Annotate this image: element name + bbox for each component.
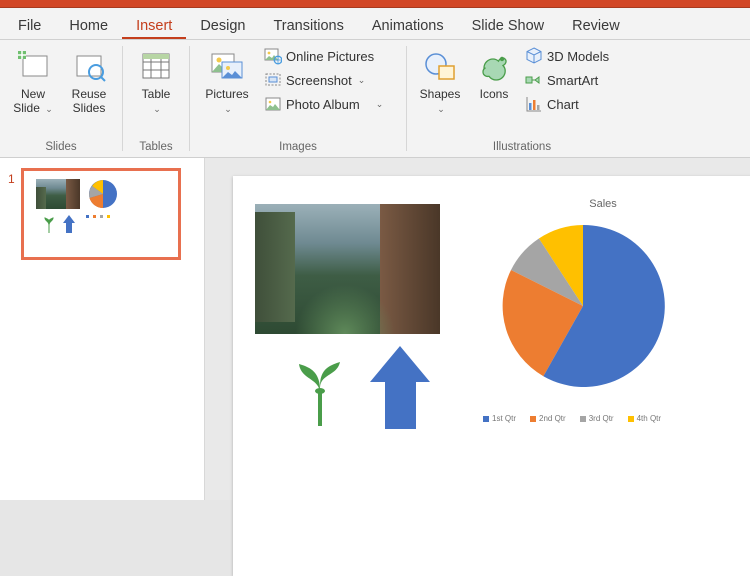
tab-transitions[interactable]: Transitions bbox=[259, 12, 357, 39]
inserted-icon-plant[interactable] bbox=[293, 356, 348, 431]
slide-thumbnail-pane[interactable]: 1 bbox=[0, 158, 205, 500]
tab-slideshow[interactable]: Slide Show bbox=[458, 12, 559, 39]
group-slides: NewSlide ⌄ ReuseSlides Slides bbox=[0, 40, 122, 157]
shapes-icon bbox=[422, 48, 458, 84]
slide-thumbnail-1[interactable] bbox=[21, 168, 181, 260]
group-tables: Table⌄ Tables bbox=[123, 40, 189, 157]
new-slide-icon bbox=[15, 48, 51, 84]
3d-models-button[interactable]: 3D Models bbox=[521, 44, 631, 68]
tab-animations[interactable]: Animations bbox=[358, 12, 458, 39]
icons-icon bbox=[476, 48, 512, 84]
smartart-icon bbox=[525, 71, 543, 89]
screenshot-icon bbox=[264, 71, 282, 89]
icons-label: Icons bbox=[480, 88, 509, 102]
group-slides-label: Slides bbox=[45, 139, 76, 155]
table-button[interactable]: Table⌄ bbox=[129, 44, 183, 120]
ribbon: NewSlide ⌄ ReuseSlides Slides Table⌄ Tab… bbox=[0, 40, 750, 158]
inserted-chart[interactable]: Sales 1st Qtr 2nd Qtr 3rd Qtr 4th Qtr bbox=[493, 216, 713, 396]
reuse-slides-icon bbox=[71, 48, 107, 84]
slide-editor[interactable]: Sales 1st Qtr 2nd Qtr 3rd Qtr 4th Qtr bbox=[205, 158, 750, 500]
group-illustrations: Shapes⌄ Icons 3D Models SmartArt bbox=[407, 40, 637, 157]
group-images-label: Images bbox=[279, 139, 317, 155]
group-illustrations-label: Illustrations bbox=[493, 139, 551, 155]
online-pictures-label: Online Pictures bbox=[286, 49, 374, 64]
screenshot-button[interactable]: Screenshot ⌄ bbox=[260, 68, 400, 92]
chart-icon bbox=[525, 95, 543, 113]
3d-models-label: 3D Models bbox=[547, 49, 609, 64]
group-images: Pictures⌄ Online Pictures Screenshot ⌄ P… bbox=[190, 40, 406, 157]
new-slide-button[interactable]: NewSlide ⌄ bbox=[6, 44, 60, 120]
reuse-slides-button[interactable]: ReuseSlides bbox=[62, 44, 116, 120]
tab-design[interactable]: Design bbox=[186, 12, 259, 39]
cube-icon bbox=[525, 47, 543, 65]
workspace: 1 Sales bbox=[0, 158, 750, 500]
photo-album-button[interactable]: Photo Album ⌄ bbox=[260, 92, 400, 116]
table-icon bbox=[138, 48, 174, 84]
pictures-icon bbox=[209, 48, 245, 84]
new-slide-label: NewSlide ⌄ bbox=[13, 88, 53, 116]
chevron-down-icon: ⌄ bbox=[376, 99, 384, 110]
smartart-button[interactable]: SmartArt bbox=[521, 68, 631, 92]
slide-number: 1 bbox=[8, 168, 15, 260]
chevron-down-icon: ⌄ bbox=[358, 75, 366, 86]
tab-review[interactable]: Review bbox=[558, 12, 634, 39]
shapes-label: Shapes⌄ bbox=[420, 88, 461, 116]
group-tables-label: Tables bbox=[139, 139, 172, 155]
tab-file[interactable]: File bbox=[4, 12, 55, 39]
slide-canvas[interactable]: Sales 1st Qtr 2nd Qtr 3rd Qtr 4th Qtr bbox=[233, 176, 750, 576]
reuse-slides-label: ReuseSlides bbox=[72, 88, 107, 116]
photo-album-icon bbox=[264, 95, 282, 113]
photo-album-label: Photo Album bbox=[286, 97, 360, 112]
smartart-label: SmartArt bbox=[547, 73, 598, 88]
inserted-picture[interactable] bbox=[255, 204, 440, 334]
inserted-shape-arrow[interactable] bbox=[368, 346, 433, 436]
pictures-label: Pictures⌄ bbox=[205, 88, 248, 116]
tab-insert[interactable]: Insert bbox=[122, 12, 186, 39]
pictures-button[interactable]: Pictures⌄ bbox=[196, 44, 258, 120]
shapes-button[interactable]: Shapes⌄ bbox=[413, 44, 467, 120]
chart-label: Chart bbox=[547, 97, 579, 112]
screenshot-label: Screenshot bbox=[286, 73, 352, 88]
tab-home[interactable]: Home bbox=[55, 12, 122, 39]
ribbon-tab-bar: File Home Insert Design Transitions Anim… bbox=[0, 8, 750, 40]
chart-legend: 1st Qtr 2nd Qtr 3rd Qtr 4th Qtr bbox=[483, 414, 661, 423]
table-label: Table⌄ bbox=[142, 88, 171, 116]
online-pictures-button[interactable]: Online Pictures bbox=[260, 44, 400, 68]
title-bar bbox=[0, 0, 750, 8]
chart-title: Sales bbox=[493, 198, 713, 210]
chart-button[interactable]: Chart bbox=[521, 92, 631, 116]
online-pictures-icon bbox=[264, 47, 282, 65]
icons-button[interactable]: Icons bbox=[469, 44, 519, 106]
